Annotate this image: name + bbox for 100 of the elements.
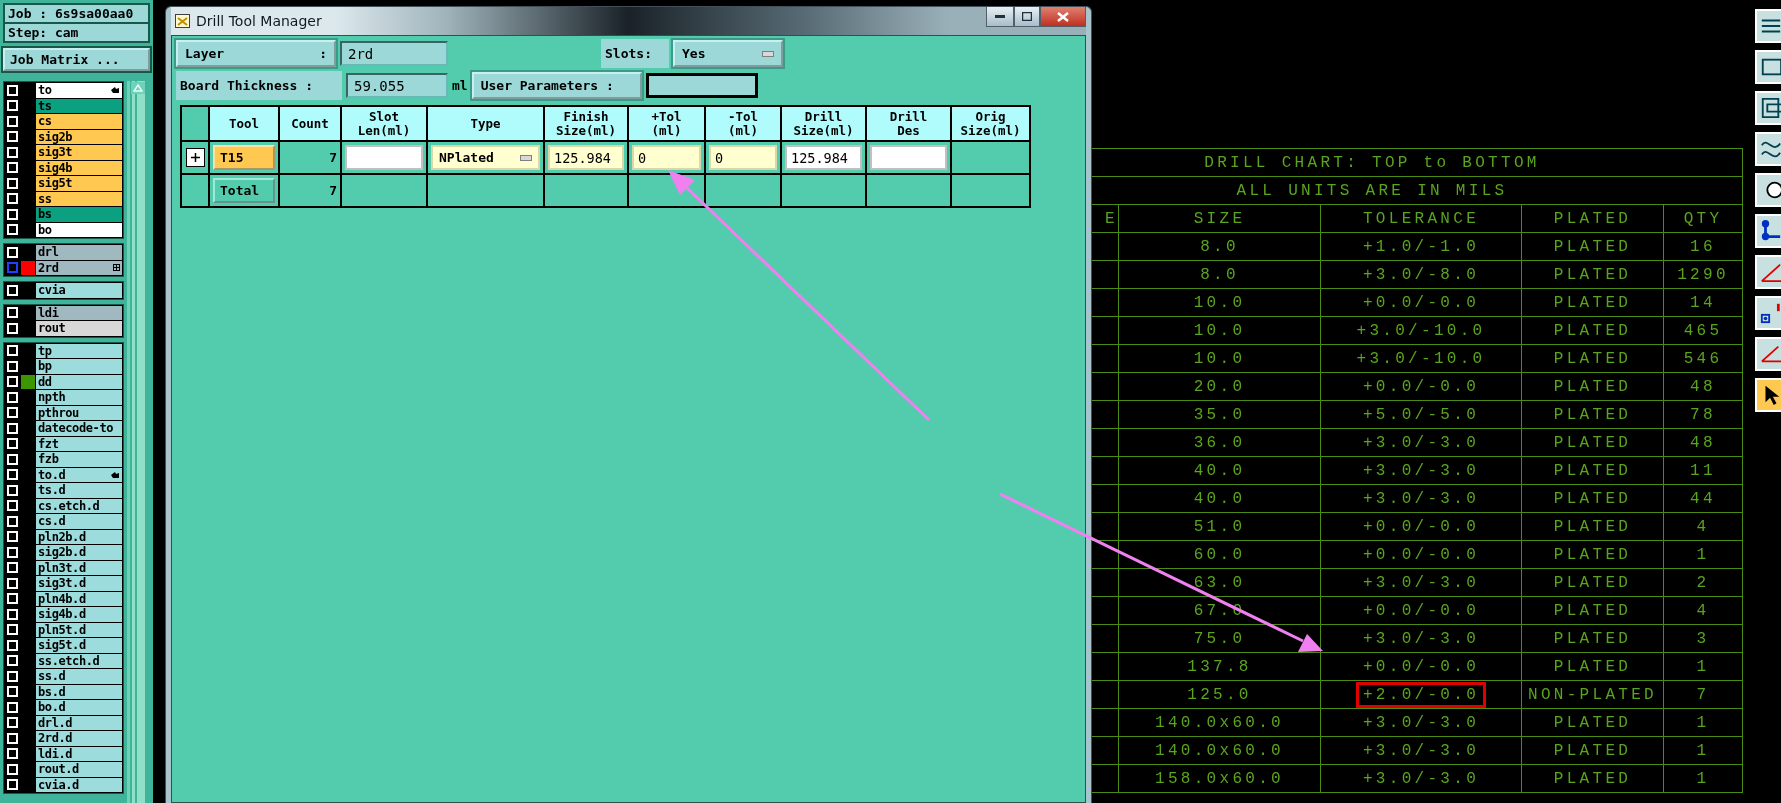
layer-item[interactable]: bp <box>36 359 122 374</box>
tool-button[interactable] <box>1755 9 1781 43</box>
user-parameters-button[interactable]: User Parameters : <box>471 72 642 99</box>
tool-button[interactable]: Total <box>213 178 275 203</box>
chart-cell-text: +3.0/-8.0 <box>1361 264 1481 286</box>
layer-item[interactable]: bo <box>36 222 122 237</box>
chart-cell: 35.0 <box>1118 401 1320 429</box>
layer-item[interactable]: sig5t <box>36 176 122 191</box>
layer-item[interactable]: rout <box>36 321 122 336</box>
column-header: Type <box>428 107 543 140</box>
layer-field[interactable]: 2rd <box>340 41 448 66</box>
chart-cell: 2 <box>1663 569 1742 597</box>
layer-item[interactable]: pthrou <box>36 405 122 420</box>
chart-cell: 10.0 <box>1118 317 1320 345</box>
layer-item[interactable]: drl.d <box>36 715 122 730</box>
layer-item[interactable]: datecode-to <box>36 421 122 436</box>
layer-item[interactable]: sig4b <box>36 160 122 175</box>
layer-item[interactable]: bs <box>36 207 122 222</box>
layer-item[interactable]: to <box>36 83 122 98</box>
expand-icon[interactable] <box>185 148 205 167</box>
count-text: 7 <box>329 183 337 198</box>
board-thickness-field[interactable]: 59.055 <box>346 73 448 98</box>
layer-item[interactable]: fzt <box>36 436 122 451</box>
layer-item[interactable]: ldi.d <box>36 746 122 761</box>
user-parameters-field[interactable] <box>645 73 758 98</box>
tool-button[interactable] <box>1755 378 1781 412</box>
layer-item[interactable]: bo.d <box>36 700 122 715</box>
minimize-button[interactable] <box>986 7 1014 27</box>
tool-button[interactable] <box>1755 173 1781 207</box>
layer-item[interactable]: 2rd <box>36 260 122 275</box>
job-matrix-button[interactable]: Job Matrix ... <box>3 48 150 71</box>
layer-item[interactable]: sig4b.d <box>36 607 122 622</box>
input-field[interactable]: 0 <box>632 145 701 170</box>
layer-item[interactable]: ldi <box>36 305 122 320</box>
layer-item[interactable]: tp <box>36 343 122 358</box>
chart-cell: 16 <box>1663 233 1742 261</box>
tool-button[interactable] <box>1755 50 1781 84</box>
layer-item[interactable]: pln2b.d <box>36 529 122 544</box>
close-button[interactable] <box>1040 7 1086 27</box>
layer-item[interactable]: sig3t.d <box>36 576 122 591</box>
layer-item[interactable]: cs.etch.d <box>36 498 122 513</box>
layer-item[interactable]: ts.d <box>36 483 122 498</box>
units-note: ALL UNITS ARE IN MILS <box>1092 177 1742 205</box>
layer-item[interactable]: pln4b.d <box>36 591 122 606</box>
layer-item[interactable]: ss <box>36 191 122 206</box>
chart-cell: 48 <box>1663 429 1742 457</box>
layer-item[interactable]: cs.d <box>36 514 122 529</box>
option-menu-icon <box>762 50 774 57</box>
layer-item[interactable]: pln5t.d <box>36 622 122 637</box>
layer-item[interactable]: to.d <box>36 467 122 482</box>
chart-cell-text: +3.0/-3.0 <box>1361 572 1481 594</box>
chart-cell: PLATED <box>1521 485 1663 513</box>
input-field[interactable]: 125.984 <box>548 145 624 170</box>
layer-item[interactable]: drl <box>36 245 122 260</box>
chart-cell: PLATED <box>1521 569 1663 597</box>
chart-cell: 40.0 <box>1118 457 1320 485</box>
chart-cell: PLATED <box>1521 345 1663 373</box>
layer-item[interactable]: fzb <box>36 452 122 467</box>
layer-button[interactable]: Layer : <box>176 40 336 67</box>
chart-cell: 8.0 <box>1118 261 1320 289</box>
layer-item[interactable]: sig5t.d <box>36 638 122 653</box>
tool-button[interactable]: T15 <box>213 145 275 170</box>
chart-cell: 158.0x60.0 <box>1118 765 1320 793</box>
layer-item[interactable]: ts <box>36 98 122 113</box>
slots-option-button[interactable]: Yes <box>673 40 783 67</box>
chart-cell: 546 <box>1663 345 1742 373</box>
chart-cell: 14 <box>1663 289 1742 317</box>
layer-item[interactable]: pln3t.d <box>36 560 122 575</box>
layer-item[interactable]: sig3t <box>36 145 122 160</box>
tool-button[interactable] <box>1755 91 1781 125</box>
chart-cell: 1 <box>1663 765 1742 793</box>
layer-checkbox[interactable] <box>7 262 18 274</box>
layer-item[interactable]: 2rd.d <box>36 731 122 746</box>
layer-item[interactable]: sig2b <box>36 129 122 144</box>
maximize-button[interactable] <box>1014 7 1040 27</box>
chart-cell: 1 <box>1663 541 1742 569</box>
layer-item[interactable]: ss.d <box>36 669 122 684</box>
layer-item[interactable]: rout.d <box>36 762 122 777</box>
chart-cell: 36.0 <box>1118 429 1320 457</box>
layer-item[interactable]: ss.etch.d <box>36 653 122 668</box>
input-field[interactable] <box>870 145 947 170</box>
app-icon <box>175 14 190 28</box>
tool-button[interactable] <box>1755 132 1781 166</box>
chart-cell: 60.0 <box>1118 541 1320 569</box>
layer-item[interactable]: npth <box>36 390 122 405</box>
input-field[interactable]: 0 <box>709 145 777 170</box>
layer-item[interactable]: dd <box>36 374 122 389</box>
layer-item[interactable]: bs.d <box>36 684 122 699</box>
type-option-button[interactable]: NPlated <box>431 145 540 170</box>
chart-cell-text: +0.0/-0.0 <box>1361 376 1481 398</box>
input-field[interactable] <box>345 145 423 170</box>
layer-item[interactable]: cvia <box>36 283 122 298</box>
layer-item[interactable]: cvia.d <box>36 777 122 792</box>
layer-item[interactable]: sig2b.d <box>36 545 122 560</box>
job-info: Job : 6s9sa00aa0 <box>5 5 148 22</box>
layer-item[interactable]: cs <box>36 114 122 129</box>
chart-cell: PLATED <box>1521 653 1663 681</box>
tool-button[interactable] <box>1755 214 1781 248</box>
input-field[interactable]: 125.984 <box>785 145 862 170</box>
tool-button[interactable] <box>1755 296 1781 330</box>
